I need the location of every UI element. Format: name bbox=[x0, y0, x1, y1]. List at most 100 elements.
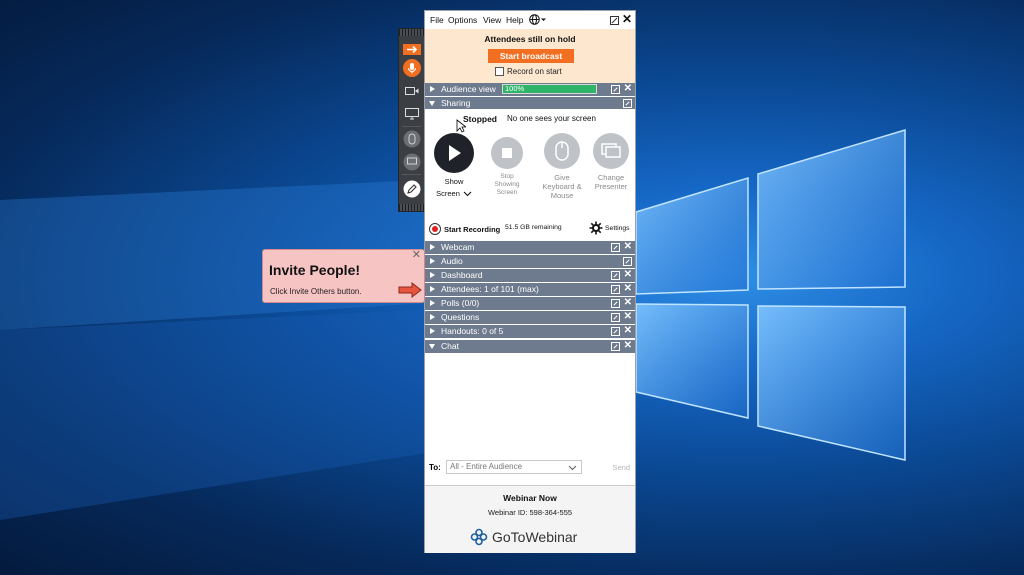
close-icon[interactable]: ✕ bbox=[624, 311, 632, 322]
close-icon[interactable]: ✕ bbox=[624, 83, 632, 94]
close-icon[interactable]: ✕ bbox=[624, 283, 632, 294]
expand-arrow-icon bbox=[430, 86, 435, 92]
pane-label: Audio bbox=[441, 256, 463, 266]
control-panel-strip[interactable] bbox=[398, 28, 425, 212]
collapse-arrow-icon bbox=[429, 101, 435, 106]
strip-grip-top[interactable] bbox=[399, 29, 424, 36]
arrow-right-icon bbox=[403, 43, 421, 55]
expand-arrow-icon bbox=[430, 286, 435, 292]
storage-remaining: 51.5 GB remaining bbox=[505, 224, 562, 231]
stop-showing-screen-button[interactable]: Stop Showing Screen bbox=[485, 133, 529, 197]
expand-arrow-icon bbox=[430, 300, 435, 306]
change-presenter-button[interactable] bbox=[402, 152, 422, 172]
screen-share-button[interactable] bbox=[402, 104, 422, 124]
show-screen-dropdown[interactable]: Screen bbox=[432, 189, 476, 198]
gotowebinar-control-panel: File Options View Help ✕ Attendees still… bbox=[424, 10, 636, 553]
start-recording-label: Start Recording bbox=[444, 224, 501, 234]
strip-grip-bottom[interactable] bbox=[399, 204, 424, 211]
microphone-button[interactable] bbox=[402, 58, 422, 78]
pane-audio[interactable]: Audio bbox=[425, 255, 635, 268]
popout-icon[interactable] bbox=[611, 313, 620, 322]
pane-dashboard[interactable]: Dashboard ✕ bbox=[425, 269, 635, 282]
mouse-icon bbox=[403, 130, 421, 148]
settings-label: Settings bbox=[605, 224, 630, 232]
close-panel-button[interactable]: ✕ bbox=[622, 12, 632, 26]
change-presenter-button[interactable]: Change Presenter bbox=[589, 133, 633, 191]
recording-settings-button[interactable]: Settings bbox=[589, 221, 630, 235]
pane-webcam[interactable]: Webcam ✕ bbox=[425, 241, 635, 254]
give-keyboard-mouse-button[interactable]: Give Keyboard & Mouse bbox=[538, 133, 586, 200]
pane-label: Webcam bbox=[441, 242, 475, 252]
record-on-start-label: Record on start bbox=[507, 67, 562, 76]
give-control-button[interactable] bbox=[402, 129, 422, 149]
menu-file[interactable]: File bbox=[430, 15, 444, 25]
pane-label: Audience view bbox=[441, 84, 496, 94]
pane-label: Handouts: 0 of 5 bbox=[441, 326, 504, 336]
recipient-select[interactable]: All - Entire Audience bbox=[446, 460, 582, 474]
stop-label-2: Showing bbox=[494, 181, 520, 188]
show-screen-button[interactable]: Show Screen bbox=[432, 133, 476, 198]
send-button[interactable]: Send bbox=[612, 463, 630, 472]
expand-arrow-icon bbox=[430, 244, 435, 250]
recipient-value: All - Entire Audience bbox=[450, 462, 523, 471]
menu-help[interactable]: Help bbox=[506, 15, 523, 25]
menu-view[interactable]: View bbox=[483, 15, 501, 25]
record-on-start-checkbox[interactable] bbox=[495, 67, 504, 76]
popout-icon[interactable] bbox=[611, 243, 620, 252]
monitor-icon bbox=[405, 108, 419, 120]
close-icon: ✕ bbox=[411, 249, 421, 261]
pane-attendees[interactable]: Attendees: 1 of 101 (max) ✕ bbox=[425, 283, 635, 296]
close-icon[interactable]: ✕ bbox=[624, 241, 632, 252]
record-on-start-option[interactable]: Record on start bbox=[495, 67, 562, 76]
globe-icon bbox=[529, 14, 546, 25]
close-icon[interactable]: ✕ bbox=[624, 340, 632, 351]
popout-icon[interactable] bbox=[611, 271, 620, 280]
close-icon[interactable]: ✕ bbox=[624, 297, 632, 308]
expand-arrow-icon bbox=[430, 272, 435, 278]
play-icon bbox=[434, 133, 474, 173]
close-icon[interactable]: ✕ bbox=[624, 325, 632, 336]
popout-icon[interactable] bbox=[611, 342, 620, 351]
popout-icon[interactable] bbox=[623, 99, 632, 108]
popout-icon[interactable] bbox=[611, 85, 620, 94]
close-icon: ✕ bbox=[622, 12, 633, 26]
collapse-arrow-icon bbox=[429, 344, 435, 349]
drawing-tools-button[interactable] bbox=[402, 179, 422, 199]
menu-options[interactable]: Options bbox=[448, 15, 477, 25]
gotowebinar-logo: GoToWebinar bbox=[470, 528, 577, 546]
menu-bar: File Options View Help ✕ bbox=[425, 11, 635, 29]
camera-icon bbox=[405, 87, 419, 95]
popout-icon[interactable] bbox=[623, 257, 632, 266]
tooltip-close-button[interactable]: ✕ bbox=[412, 248, 421, 261]
pane-label: Polls (0/0) bbox=[441, 298, 480, 308]
pane-polls[interactable]: Polls (0/0) ✕ bbox=[425, 297, 635, 310]
pane-handouts[interactable]: Handouts: 0 of 5 ✕ bbox=[425, 325, 635, 338]
popout-icon[interactable] bbox=[611, 327, 620, 336]
popout-icon[interactable] bbox=[611, 285, 620, 294]
start-recording-button[interactable]: Start Recording bbox=[429, 223, 500, 235]
popout-panel-button[interactable] bbox=[610, 16, 619, 27]
collapse-panel-button[interactable] bbox=[402, 39, 422, 59]
expand-arrow-icon bbox=[430, 258, 435, 264]
webcam-button[interactable] bbox=[402, 81, 422, 101]
recording-controls: Start Recording 51.5 GB remaining Settin… bbox=[425, 218, 635, 242]
pencil-icon bbox=[403, 180, 421, 198]
start-broadcast-button[interactable]: Start broadcast bbox=[488, 49, 574, 63]
pane-questions[interactable]: Questions ✕ bbox=[425, 311, 635, 324]
brand-footer: GoToWebinar bbox=[425, 523, 635, 553]
pane-chat[interactable]: Chat ✕ bbox=[425, 340, 635, 353]
sharing-status-description: No one sees your screen bbox=[507, 114, 596, 123]
chat-message-log[interactable] bbox=[425, 355, 635, 460]
language-menu[interactable] bbox=[529, 14, 547, 27]
chevron-down-icon bbox=[568, 465, 577, 471]
change-label-2: Presenter bbox=[594, 182, 628, 191]
popout-icon[interactable] bbox=[611, 299, 620, 308]
attendees-on-hold-title: Attendees still on hold bbox=[484, 34, 576, 44]
pane-audience-view[interactable]: Audience view 100% ✕ bbox=[425, 83, 635, 96]
arrow-right-icon bbox=[398, 282, 422, 298]
strip-divider bbox=[402, 126, 421, 127]
close-icon[interactable]: ✕ bbox=[624, 269, 632, 280]
stop-label-3: Screen bbox=[496, 189, 518, 196]
flower-logo-icon bbox=[470, 528, 488, 546]
chevron-down-icon bbox=[463, 191, 472, 196]
